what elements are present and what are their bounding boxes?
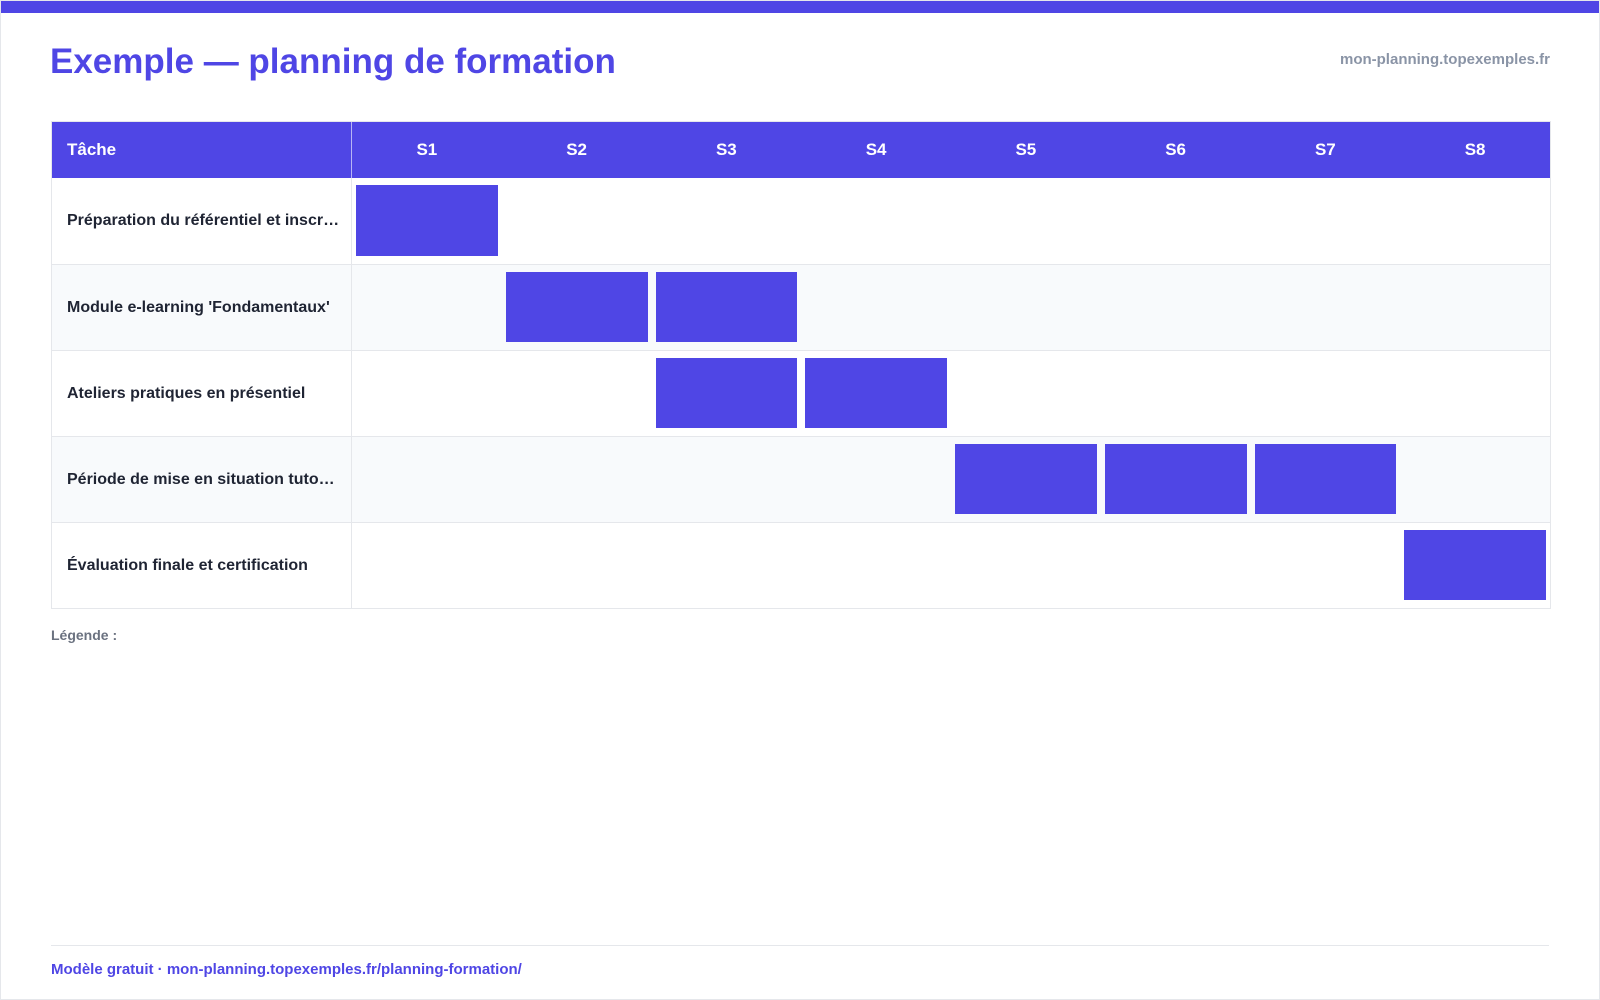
week-cell bbox=[801, 351, 951, 436]
week-cell bbox=[1101, 437, 1251, 522]
week-cell bbox=[801, 265, 951, 350]
week-cell bbox=[652, 265, 802, 350]
task-bar[interactable] bbox=[805, 358, 947, 428]
table-row: Évaluation finale et certification bbox=[52, 522, 1550, 608]
task-cell: Ateliers pratiques en présentiel bbox=[52, 351, 352, 436]
task-label: Évaluation finale et certification bbox=[67, 556, 308, 574]
week-cell bbox=[951, 178, 1101, 264]
page-header: Exemple — planning de formation mon-plan… bbox=[50, 39, 1550, 89]
week-cell bbox=[502, 351, 652, 436]
week-cell bbox=[652, 437, 802, 522]
week-cell bbox=[1251, 178, 1401, 264]
week-header-s5: S5 bbox=[1015, 140, 1037, 159]
accent-top-bar bbox=[1, 1, 1599, 13]
week-cell bbox=[1251, 351, 1401, 436]
planning-page: Exemple — planning de formation mon-plan… bbox=[0, 0, 1600, 1000]
legend-label: Légende : bbox=[51, 627, 118, 643]
task-bar[interactable] bbox=[655, 272, 798, 342]
week-cell bbox=[652, 351, 802, 436]
task-bar[interactable] bbox=[356, 185, 498, 256]
week-cell bbox=[801, 437, 951, 522]
task-label: Ateliers pratiques en présentiel bbox=[67, 384, 306, 402]
task-bar[interactable] bbox=[505, 272, 648, 342]
week-header-s4: S4 bbox=[865, 140, 887, 159]
task-label: Module e-learning 'Fondamentaux' bbox=[67, 298, 330, 316]
week-cell bbox=[502, 523, 652, 608]
week-cell bbox=[352, 437, 502, 522]
week-cell bbox=[502, 437, 652, 522]
week-cell bbox=[1400, 351, 1550, 436]
site-url: mon-planning.topexemples.fr bbox=[1339, 51, 1550, 68]
task-bar[interactable] bbox=[1104, 444, 1247, 514]
task-bar[interactable] bbox=[1254, 444, 1397, 514]
week-header-s1: S1 bbox=[416, 140, 438, 159]
task-bar[interactable] bbox=[955, 444, 1097, 514]
week-header-s2: S2 bbox=[566, 140, 588, 159]
table-row: Préparation du référentiel et inscr… bbox=[52, 178, 1550, 264]
week-cell bbox=[502, 265, 652, 350]
week-cell bbox=[1101, 265, 1251, 350]
footer-divider bbox=[51, 945, 1549, 946]
week-cell bbox=[1251, 265, 1401, 350]
week-cell bbox=[1400, 265, 1550, 350]
planning-table: Tâche S1 S2 S3 S4 S5 S6 S7 S8 Préparatio… bbox=[51, 121, 1551, 609]
task-rows: Préparation du référentiel et inscr… Modu… bbox=[52, 178, 1550, 608]
week-cell bbox=[1400, 523, 1550, 608]
week-cell bbox=[951, 437, 1101, 522]
task-cell: Module e-learning 'Fondamentaux' bbox=[52, 265, 352, 350]
task-cell: Période de mise en situation tuto… bbox=[52, 437, 352, 522]
task-cell: Préparation du référentiel et inscr… bbox=[52, 178, 352, 264]
table-row: Période de mise en situation tuto… bbox=[52, 436, 1550, 522]
week-cell bbox=[352, 178, 502, 264]
week-cell bbox=[352, 523, 502, 608]
week-cell bbox=[652, 523, 802, 608]
table-row: Module e-learning 'Fondamentaux' bbox=[52, 264, 1550, 350]
week-header-s6: S6 bbox=[1165, 140, 1187, 159]
week-cell bbox=[1400, 178, 1550, 264]
week-cell bbox=[951, 265, 1101, 350]
week-cell bbox=[951, 351, 1101, 436]
week-cell bbox=[352, 351, 502, 436]
week-cell bbox=[1101, 351, 1251, 436]
week-cell bbox=[1400, 437, 1550, 522]
table-row: Ateliers pratiques en présentiel bbox=[52, 350, 1550, 436]
week-cell bbox=[502, 178, 652, 264]
task-column-header: Tâche bbox=[52, 122, 352, 178]
table-header-row: Tâche S1 S2 S3 S4 S5 S6 S7 S8 bbox=[52, 122, 1550, 178]
week-cell bbox=[1101, 523, 1251, 608]
page-title: Exemple — planning de formation bbox=[50, 42, 616, 81]
week-cell bbox=[652, 178, 802, 264]
week-cell bbox=[801, 523, 951, 608]
week-cell bbox=[1101, 178, 1251, 264]
week-header-s7: S7 bbox=[1314, 140, 1336, 159]
week-cell bbox=[951, 523, 1101, 608]
week-cell bbox=[352, 265, 502, 350]
task-bar[interactable] bbox=[1404, 530, 1546, 600]
task-label: Préparation du référentiel et inscr… bbox=[67, 212, 340, 229]
week-cell bbox=[801, 178, 951, 264]
footer-link[interactable]: Modèle gratuit · mon-planning.topexemple… bbox=[51, 961, 522, 978]
week-cell bbox=[1251, 523, 1401, 608]
task-cell: Évaluation finale et certification bbox=[52, 523, 352, 608]
week-header-s3: S3 bbox=[715, 140, 737, 159]
week-header-s8: S8 bbox=[1464, 140, 1486, 159]
week-cell bbox=[1251, 437, 1401, 522]
task-bar[interactable] bbox=[655, 358, 798, 428]
task-label: Période de mise en situation tuto… bbox=[67, 470, 335, 488]
